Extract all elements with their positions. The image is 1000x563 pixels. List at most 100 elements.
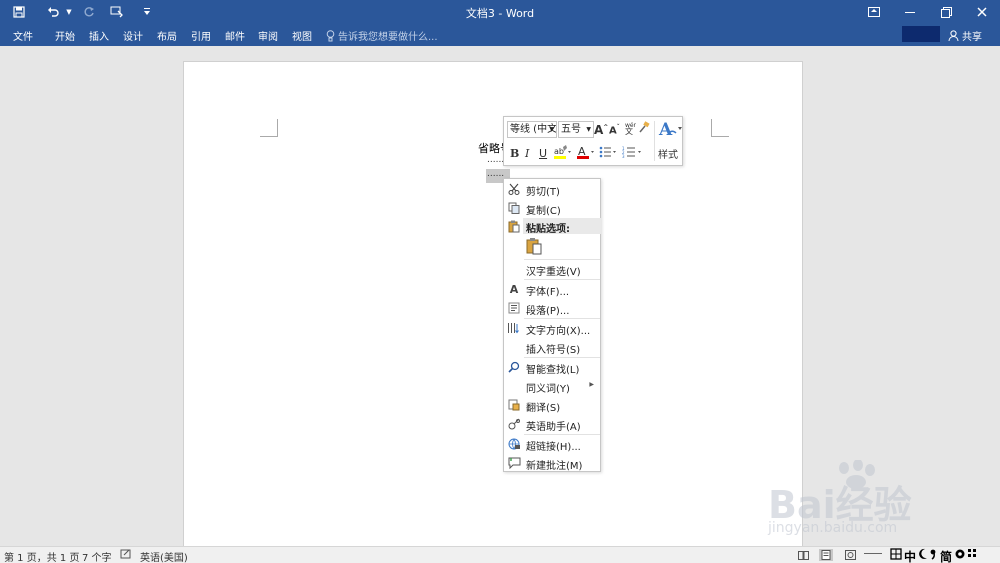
menu-item-label: 超链接(H)...	[526, 442, 581, 453]
status-bar: 第 1 页，共 1 页 7 个字 英语(美国)	[0, 546, 1000, 563]
tell-me-placeholder: 告诉我您想要做什么...	[338, 32, 438, 43]
web-layout-icon[interactable]	[843, 549, 857, 561]
tab-insert[interactable]: 插入	[89, 28, 109, 43]
person-icon	[948, 30, 959, 41]
share-button[interactable]: 共享	[948, 28, 982, 43]
styles-label: 样式	[658, 150, 678, 161]
print-layout-icon[interactable]	[819, 549, 833, 561]
close-icon[interactable]	[964, 0, 1000, 24]
menu-item-label: 插入符号(S)	[526, 345, 581, 356]
translate-icon	[507, 398, 521, 412]
menu-item-english-assistant[interactable]: 英语助手(A)	[504, 415, 600, 433]
menu-item-label: 文字方向(X)...	[526, 326, 591, 337]
menu-item-insert-symbol[interactable]: 插入符号(S)	[504, 338, 600, 356]
copy-icon	[507, 201, 521, 215]
paste-keep-text-option[interactable]	[504, 236, 600, 258]
baidu-watermark: Bai经验 jingyan.baidu.com	[768, 460, 978, 540]
paste-keep-text-icon	[526, 237, 543, 258]
font-color-icon[interactable]: A	[576, 144, 594, 163]
text-direction-icon	[507, 321, 521, 335]
menu-item-smart-lookup[interactable]: 智能查找(L)	[504, 358, 600, 376]
menu-item-cut[interactable]: 剪切(T)	[504, 180, 600, 198]
menu-item-new-comment[interactable]: 新建批注(M)	[504, 454, 600, 472]
menu-item-label: 剪切(T)	[526, 187, 560, 198]
zoom-slider[interactable]	[864, 553, 882, 554]
document-page[interactable]: 省略号 ...... ......	[183, 61, 803, 551]
ribbon-display-icon[interactable]	[856, 0, 892, 24]
menu-item-hyperlink[interactable]: 超链接(H)...	[504, 435, 600, 453]
tab-view[interactable]: 视图	[292, 28, 312, 43]
menu-item-reconvert[interactable]: 汉字重选(V)	[504, 260, 600, 278]
ime-punctuation-icon[interactable]	[930, 548, 938, 562]
ime-toolbar: 中 简	[890, 548, 978, 563]
english-assistant-icon	[507, 417, 521, 431]
margin-corner-top-right	[711, 119, 729, 137]
tab-design[interactable]: 设计	[123, 28, 143, 43]
bold-icon[interactable]: B	[510, 147, 519, 160]
smart-lookup-icon	[507, 360, 521, 374]
hyperlink-icon	[507, 437, 521, 451]
window-controls	[856, 0, 1000, 24]
menu-item-text-direction[interactable]: 文字方向(X)...	[504, 319, 600, 337]
chevron-down-icon: ▼	[586, 126, 591, 133]
font-name-select[interactable]: 等线 (中文 ▼	[507, 121, 557, 138]
tab-home[interactable]: 开始	[55, 28, 75, 43]
svg-text:A: A	[658, 120, 673, 139]
read-mode-icon[interactable]	[796, 549, 810, 561]
format-painter-icon[interactable]	[638, 121, 651, 137]
comment-icon	[507, 456, 521, 470]
title-bar: ▼ 文档3 - Word	[0, 0, 1000, 24]
paste-icon	[507, 219, 521, 233]
document-title: 文档3 - Word	[465, 7, 535, 20]
ime-menu-icon[interactable]	[968, 548, 978, 562]
chevron-down-icon: ▼	[549, 126, 554, 133]
menu-item-paste-options: 粘贴选项:	[504, 217, 600, 235]
tab-review[interactable]: 审阅	[258, 28, 278, 43]
svg-text:ab: ab	[554, 147, 564, 156]
phonetic-guide-icon[interactable]: wén 文	[623, 121, 638, 138]
ime-chinese-mode[interactable]: 中	[904, 548, 916, 563]
menu-item-label: 汉字重选(V)	[526, 267, 581, 278]
watermark-url: jingyan.baidu.com	[768, 520, 898, 536]
grow-font-icon[interactable]: A^	[594, 123, 608, 137]
numbering-icon[interactable]: 123	[622, 146, 642, 161]
svg-text:3: 3	[622, 154, 625, 158]
menu-item-synonyms[interactable]: 同义词(Y) ▶	[504, 377, 600, 395]
language-indicator[interactable]: 英语(美国)	[140, 549, 188, 563]
word-count[interactable]: 7 个字	[82, 549, 112, 563]
ime-settings-icon[interactable]	[954, 548, 966, 562]
bullets-icon[interactable]	[599, 146, 617, 161]
menu-item-label: 字体(F)...	[526, 287, 570, 298]
menu-item-translate[interactable]: 翻译(S)	[504, 396, 600, 414]
proofing-icon[interactable]	[120, 549, 132, 563]
restore-icon[interactable]	[928, 0, 964, 24]
minimize-icon[interactable]	[892, 0, 928, 24]
shrink-font-icon[interactable]: Aˇ	[609, 124, 620, 136]
mini-toolbar: 等线 (中文 ▼ 五号 ▼ A^ Aˇ wén 文 A B I U ab A 12…	[503, 116, 683, 166]
tab-file[interactable]: 文件	[13, 28, 33, 43]
tab-layout[interactable]: 布局	[157, 28, 177, 43]
menu-item-font[interactable]: A 字体(F)...	[504, 280, 600, 299]
menu-item-label: 段落(P)...	[526, 306, 570, 317]
ribbon-tab-row: 文件 开始 插入 设计 布局 引用 邮件 审阅 视图 告诉我您想要做什么...	[0, 24, 1000, 46]
menu-item-copy[interactable]: 复制(C)	[504, 199, 600, 217]
account-box[interactable]	[902, 26, 940, 42]
tab-references[interactable]: 引用	[191, 28, 211, 43]
italic-icon[interactable]: I	[525, 147, 529, 160]
ime-simplified-mode[interactable]: 简	[940, 548, 952, 563]
highlight-icon[interactable]: ab	[553, 144, 571, 163]
tab-mailings[interactable]: 邮件	[225, 28, 245, 43]
menu-item-label: 英语助手(A)	[526, 422, 581, 433]
styles-icon[interactable]: A	[658, 119, 682, 142]
scissors-icon	[507, 182, 521, 196]
menu-item-label: 同义词(Y)	[526, 384, 570, 395]
menu-item-paragraph[interactable]: 段落(P)...	[504, 299, 600, 317]
page-count[interactable]: 第 1 页，共 1 页	[4, 549, 79, 563]
ellipsis-line-1[interactable]: ......	[487, 155, 504, 165]
underline-icon[interactable]: U	[539, 147, 547, 160]
font-size-select[interactable]: 五号 ▼	[558, 121, 594, 138]
ime-moon-icon[interactable]	[918, 548, 928, 562]
ime-fullwidth-icon[interactable]	[890, 548, 902, 562]
tell-me-search[interactable]: 告诉我您想要做什么...	[326, 28, 438, 43]
paragraph-icon	[507, 301, 521, 315]
